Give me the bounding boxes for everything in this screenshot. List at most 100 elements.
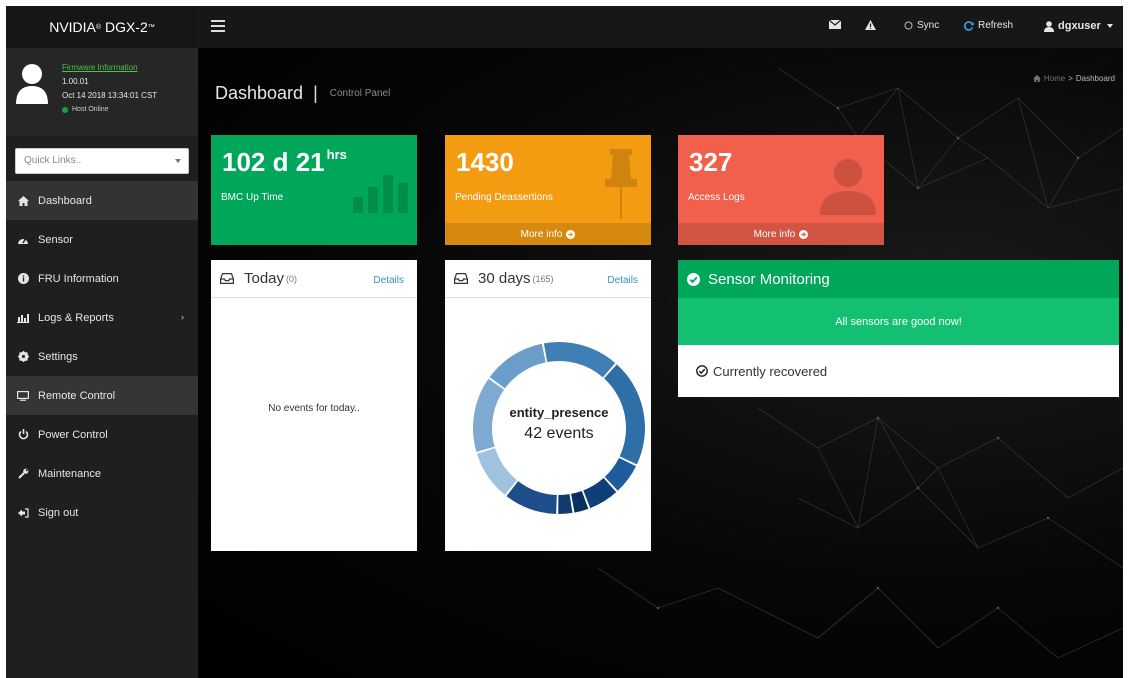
dashboard-icon: [16, 235, 30, 245]
refresh-button[interactable]: Refresh: [964, 20, 1013, 31]
home-icon: [1032, 75, 1041, 82]
firmware-information-link[interactable]: Firmware Information: [62, 61, 157, 75]
inbox-icon: [454, 273, 468, 284]
sidebar-item-label: Power Control: [38, 428, 108, 441]
chevron-right-icon: ›: [181, 312, 184, 322]
sidebar-item-fru-information[interactable]: FRU Information: [6, 259, 198, 298]
page-subtitle: Control Panel: [329, 88, 391, 99]
sensor-recovered-row: Currently recovered: [678, 345, 1119, 397]
breadcrumb-home[interactable]: Home: [1044, 74, 1065, 83]
user-menu-button[interactable]: dgxuser: [1044, 20, 1113, 32]
today-count: (0): [286, 273, 298, 284]
user-panel: Firmware Information 1.00.01 Oct 14 2018…: [6, 48, 198, 136]
title-separator: |: [313, 83, 318, 103]
events-donut-chart[interactable]: entity_presence 42 events: [445, 298, 651, 551]
hamburger-menu-icon[interactable]: [211, 20, 225, 32]
home-icon: [16, 195, 30, 206]
sensor-status-message: All sensors are good now!: [678, 298, 1119, 345]
sync-label: Sync: [917, 20, 940, 31]
donut-slice[interactable]: [543, 342, 616, 378]
sidebar-item-label: Sensor: [38, 233, 73, 246]
info-icon: [16, 273, 30, 284]
uptime-label: BMC Up Time: [221, 192, 284, 203]
sign-out-icon: [16, 507, 30, 518]
bmc-uptime-box: 102 d 21 hrs BMC Up Time: [211, 135, 417, 245]
sidebar-item-sensor[interactable]: Sensor: [6, 220, 198, 259]
sensor-monitoring-header: Sensor Monitoring: [678, 260, 1119, 298]
wrench-icon: [16, 468, 30, 479]
monitor-icon: [16, 390, 30, 401]
messages-button[interactable]: [829, 20, 841, 29]
quick-links-placeholder: Quick Links..: [24, 155, 82, 166]
caret-down-icon: [1106, 24, 1113, 28]
thirty-days-count: (165): [532, 273, 554, 284]
sidebar-menu: Dashboard Sensor FRU Information Logs & …: [6, 181, 198, 532]
host-status: Host Online: [62, 103, 157, 117]
sidebar-item-maintenance[interactable]: Maintenance: [6, 454, 198, 493]
sidebar-item-label: Settings: [38, 350, 78, 363]
check-circle-icon: [687, 272, 700, 286]
sidebar-item-label: Maintenance: [38, 467, 101, 480]
sidebar-item-settings[interactable]: Settings: [6, 337, 198, 376]
sidebar-item-label: Dashboard: [38, 194, 92, 207]
user-menu-label: dgxuser: [1058, 20, 1101, 32]
access-logs-value: 327: [689, 147, 733, 177]
donut-slice[interactable]: [476, 448, 517, 495]
user-icon: [1044, 20, 1054, 32]
refresh-icon: [964, 20, 974, 31]
bar-chart-icon: [353, 175, 408, 213]
breadcrumb-separator: >: [1068, 74, 1073, 83]
thirty-days-panel-header: 30 days (165) Details: [445, 260, 651, 298]
brand-name: NVIDIA: [49, 19, 96, 35]
sidebar-item-remote-control[interactable]: Remote Control: [6, 376, 198, 415]
page-title: Dashboard: [215, 83, 304, 103]
power-icon: [16, 429, 30, 440]
today-details-link[interactable]: Details: [373, 275, 404, 286]
thirty-days-title: 30 days: [478, 270, 531, 287]
access-logs-box: 327 Access Logs More info: [678, 135, 884, 245]
pending-deassertions-label: Pending Deassertions: [455, 192, 553, 203]
donut-slice[interactable]: [604, 364, 645, 465]
refresh-label: Refresh: [978, 20, 1014, 31]
firmware-version: 1.00.01: [62, 77, 89, 86]
donut-slice[interactable]: [558, 494, 573, 514]
brand-model: DGX-2: [104, 19, 148, 35]
sync-button[interactable]: Sync: [904, 20, 939, 31]
sidebar-item-label: FRU Information: [38, 272, 119, 285]
envelope-icon: [829, 20, 841, 29]
donut-slice[interactable]: [473, 378, 505, 452]
donut-center-value: 42 events: [524, 425, 593, 442]
inbox-icon: [220, 273, 234, 284]
thirty-days-details-link[interactable]: Details: [607, 275, 638, 286]
brand-tm: ™: [147, 23, 155, 31]
more-info-label: More info: [753, 228, 796, 240]
sidebar-item-sign-out[interactable]: Sign out: [6, 493, 198, 532]
donut-slice[interactable]: [489, 343, 546, 389]
breadcrumb: Home > Dashboard: [1032, 74, 1115, 83]
pending-more-info-link[interactable]: More info: [445, 223, 651, 245]
thumbtack-icon: [605, 149, 637, 219]
firmware-info: Firmware Information 1.00.01 Oct 14 2018…: [62, 61, 157, 117]
donut-slice[interactable]: [506, 481, 557, 514]
firmware-build-date: Oct 14 2018 13:34:01 CST: [62, 91, 158, 100]
pending-deassertions-box: 1430 Pending Deassertions More info: [445, 135, 651, 245]
brand-logo[interactable]: NVIDIA ® DGX-2 ™: [6, 6, 198, 48]
host-status-label: Host Online: [72, 106, 109, 113]
gear-icon: [16, 351, 30, 362]
sidebar-item-power-control[interactable]: Power Control: [6, 415, 198, 454]
sensor-monitoring-panel: Sensor Monitoring All sensors are good n…: [678, 260, 1119, 397]
today-events-panel: Today (0) Details No events for today..: [211, 260, 417, 551]
bar-chart-icon: [16, 313, 30, 323]
access-more-info-link[interactable]: More info: [678, 223, 884, 245]
quick-links-select[interactable]: Quick Links..: [15, 148, 189, 174]
brand-reg: ®: [95, 23, 102, 31]
alerts-button[interactable]: [865, 20, 876, 30]
caret-down-icon: [175, 159, 181, 163]
user-avatar-icon: [16, 64, 48, 104]
main-content: Dashboard | Control Panel Home > Dashboa…: [198, 48, 1123, 678]
sidebar-item-logs-reports[interactable]: Logs & Reports ›: [6, 298, 198, 337]
sidebar-item-dashboard[interactable]: Dashboard: [6, 181, 198, 220]
online-dot-icon: [62, 107, 68, 113]
thirty-days-events-panel: 30 days (165) Details entity_presence 42…: [445, 260, 651, 551]
sync-icon: [904, 21, 913, 30]
